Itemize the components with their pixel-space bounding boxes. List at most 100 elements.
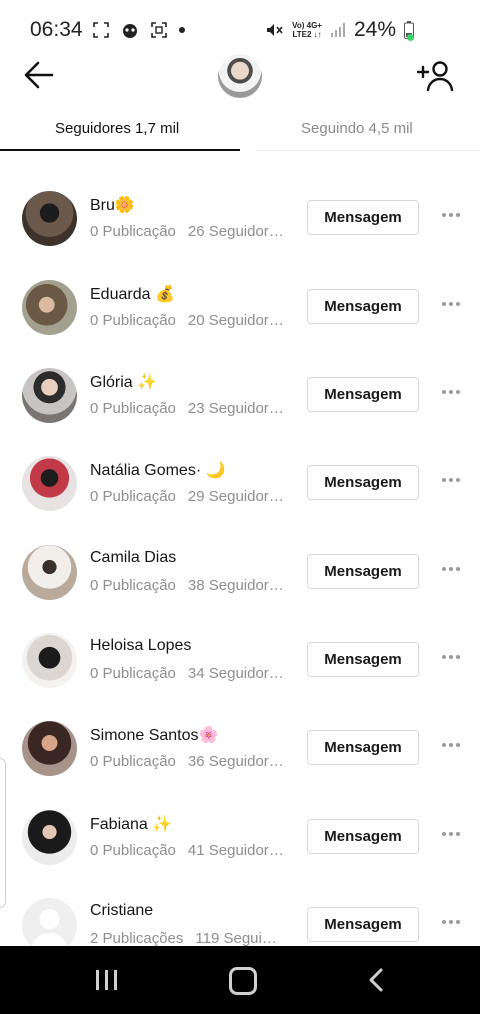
avatar[interactable] <box>22 898 77 953</box>
follower-meta: 0 Publicação 34 Seguidores <box>90 665 284 682</box>
follower-meta: 0 Publicação 26 Seguidores <box>90 223 284 240</box>
message-button[interactable]: Mensagem <box>307 907 419 942</box>
scan-icon <box>151 22 167 38</box>
list-item[interactable]: Fabiana ✨ 0 Publicação 41 Seguidores Mens… <box>0 793 480 881</box>
follower-name[interactable]: Camila Dias <box>90 549 176 567</box>
post-count: 0 Publicação <box>90 223 176 240</box>
network-bottom-label: LTE2 ↓↑ <box>292 30 322 39</box>
profile-avatar[interactable] <box>218 54 262 98</box>
list-item[interactable]: Eduarda 💰 0 Publicação 20 Seguidores Mens… <box>0 263 480 351</box>
follower-count: 26 Seguidores <box>187 223 284 240</box>
status-notification-icons <box>92 20 186 40</box>
post-count: 0 Publicação <box>90 842 176 859</box>
follower-count: 23 Seguidores <box>187 400 284 417</box>
tab-divider <box>255 150 480 151</box>
message-button[interactable]: Mensagem <box>307 289 419 324</box>
follower-name[interactable]: Eduarda 💰 <box>90 284 175 304</box>
list-item[interactable]: Simone Santos🌸 0 Publicação 36 Seguidores… <box>0 704 480 792</box>
follower-meta: 0 Publicação 29 Seguidores <box>90 488 284 505</box>
follower-count: 34 Seguidores <box>187 665 284 682</box>
status-time: 06:34 <box>30 18 83 41</box>
more-options-icon[interactable] <box>440 297 462 311</box>
follower-count: 41 Seguidores <box>187 842 284 859</box>
follower-meta: 0 Publicação 36 Seguidores <box>90 753 284 770</box>
default-avatar-icon <box>30 909 69 953</box>
follower-count: 38 Seguidores <box>187 577 284 594</box>
avatar[interactable] <box>22 545 77 600</box>
follow-tabs: Seguidores 1,7 mil Seguindo 4,5 mil <box>0 106 480 152</box>
list-item[interactable]: Glória ✨ 0 Publicação 23 Seguidores Mensa… <box>0 351 480 439</box>
more-options-icon[interactable] <box>440 562 462 576</box>
back-nav-button[interactable] <box>367 968 387 992</box>
follower-name[interactable]: Bru🌼 <box>90 195 135 215</box>
avatar[interactable] <box>22 633 77 688</box>
network-top-label: Vo) 4G+ <box>292 21 322 30</box>
message-button[interactable]: Mensagem <box>307 819 419 854</box>
system-nav-bar <box>0 946 480 1014</box>
follower-count: 29 Seguidores <box>187 488 284 505</box>
add-user-button[interactable] <box>416 60 454 92</box>
avatar[interactable] <box>22 721 77 776</box>
message-button[interactable]: Mensagem <box>307 730 419 765</box>
follower-name[interactable]: Glória ✨ <box>90 372 157 392</box>
charging-dot <box>407 34 414 41</box>
more-options-icon[interactable] <box>440 385 462 399</box>
post-count: 0 Publicação <box>90 665 176 682</box>
follower-name[interactable]: Simone Santos🌸 <box>90 725 218 745</box>
tab-following[interactable]: Seguindo 4,5 mil <box>301 120 413 137</box>
follower-name[interactable]: Cristiane <box>90 902 153 920</box>
avatar[interactable] <box>22 280 77 335</box>
mute-icon <box>267 24 283 36</box>
more-options-icon[interactable] <box>440 738 462 752</box>
more-options-icon[interactable] <box>440 208 462 222</box>
message-button[interactable]: Mensagem <box>307 465 419 500</box>
top-bar <box>0 50 480 106</box>
chevron-left-icon <box>369 968 383 992</box>
signal-icon <box>330 23 345 37</box>
more-options-icon[interactable] <box>440 473 462 487</box>
network-indicator: Vo) 4G+ LTE2 ↓↑ <box>292 21 322 39</box>
more-options-icon[interactable] <box>440 915 462 929</box>
more-options-icon[interactable] <box>440 650 462 664</box>
message-button[interactable]: Mensagem <box>307 200 419 235</box>
post-count: 0 Publicação <box>90 753 176 770</box>
more-options-icon[interactable] <box>440 827 462 841</box>
avatar[interactable] <box>22 810 77 865</box>
post-count: 0 Publicação <box>90 488 176 505</box>
recents-button[interactable] <box>96 970 120 990</box>
list-item[interactable]: Natália Gomes· 🌙 0 Publicação 29 Seguidor… <box>0 439 480 527</box>
post-count: 0 Publicação <box>90 312 176 329</box>
follower-count: 119 Seguidores <box>195 930 284 947</box>
follower-count: 36 Seguidores <box>187 753 284 770</box>
follower-name[interactable]: Fabiana ✨ <box>90 814 172 834</box>
battery-percent: 24% <box>353 18 396 41</box>
message-button[interactable]: Mensagem <box>307 642 419 677</box>
back-button[interactable] <box>22 58 56 92</box>
active-tab-indicator <box>0 149 240 151</box>
follower-meta: 0 Publicação 20 Seguidores <box>90 312 284 329</box>
follower-meta: 0 Publicação 23 Seguidores <box>90 400 284 417</box>
home-button[interactable] <box>229 967 257 995</box>
post-count: 0 Publicação <box>90 577 176 594</box>
screen-capture-icon <box>93 22 109 38</box>
follower-count: 20 Seguidores <box>187 312 284 329</box>
tab-followers[interactable]: Seguidores 1,7 mil <box>55 120 179 137</box>
message-button[interactable]: Mensagem <box>307 554 419 589</box>
dot-icon <box>179 27 185 33</box>
app-notification-icon <box>123 24 137 38</box>
follower-name[interactable]: Heloisa Lopes <box>90 637 191 655</box>
message-button[interactable]: Mensagem <box>307 377 419 412</box>
post-count: 0 Publicação <box>90 400 176 417</box>
arrow-left-icon <box>24 61 54 89</box>
avatar[interactable] <box>22 191 77 246</box>
list-item[interactable]: Heloisa Lopes 0 Publicação 34 Seguidores … <box>0 616 480 704</box>
avatar[interactable] <box>22 368 77 423</box>
follower-meta: 0 Publicação 41 Seguidores <box>90 842 284 859</box>
post-count: 2 Publicações <box>90 930 184 947</box>
avatar[interactable] <box>22 456 77 511</box>
list-item[interactable]: Bru🌼 0 Publicação 26 Seguidores Mensagem <box>0 174 480 262</box>
follower-meta: 2 Publicações 119 Seguidores <box>90 930 283 947</box>
list-item[interactable]: Camila Dias 0 Publicação 38 Seguidores Me… <box>0 528 480 616</box>
follower-name[interactable]: Natália Gomes· 🌙 <box>90 460 226 480</box>
edge-panel-handle[interactable] <box>0 758 6 908</box>
